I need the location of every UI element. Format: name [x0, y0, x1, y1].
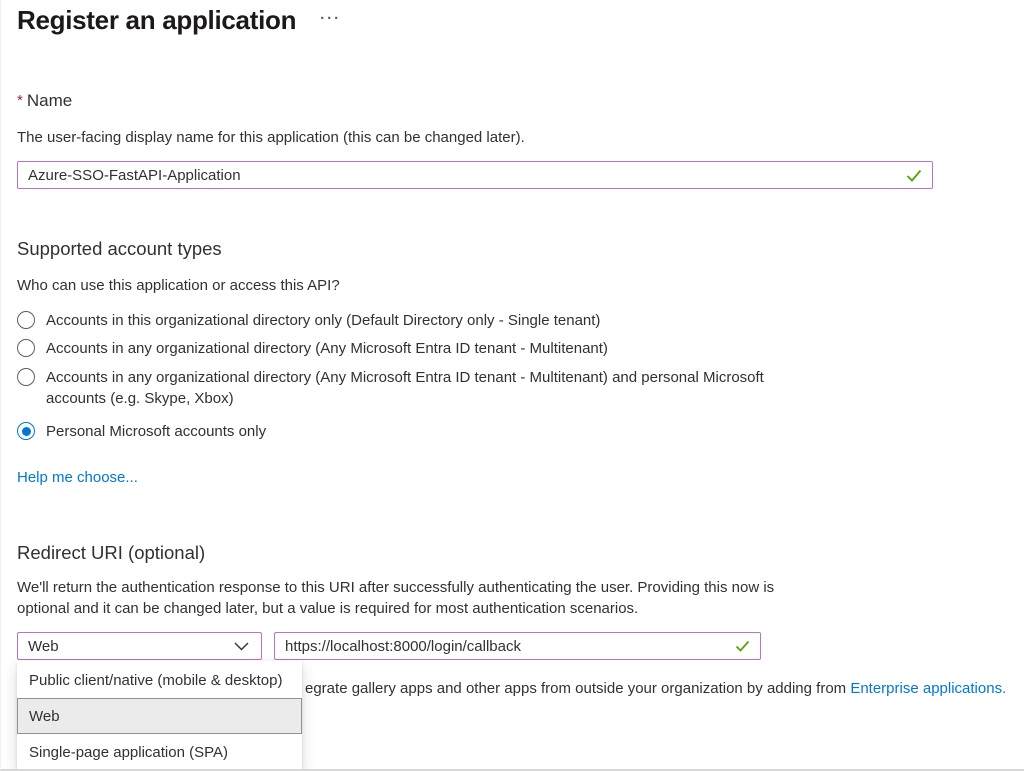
- name-label: *Name: [17, 91, 72, 111]
- radio-button: [17, 368, 35, 386]
- app-name-field: [17, 161, 933, 189]
- radio-label: Personal Microsoft accounts only: [46, 421, 266, 442]
- gallery-apps-fragment: egrate gallery apps and other apps from …: [305, 680, 850, 697]
- platform-select-value: Web: [28, 638, 234, 655]
- platform-select-dropdown[interactable]: Web: [17, 632, 262, 660]
- chevron-down-icon: [234, 642, 249, 651]
- radio-label: Accounts in any organizational directory…: [46, 338, 608, 359]
- menu-option-spa[interactable]: Single-page application (SPA): [17, 734, 302, 770]
- required-asterisk: *: [17, 92, 23, 109]
- radio-dot: [22, 427, 31, 436]
- radio-label: Accounts in any organizational directory…: [46, 367, 774, 409]
- name-description: The user-facing display name for this ap…: [17, 129, 525, 146]
- enterprise-applications-link-period: .: [1002, 680, 1006, 697]
- radio-option-multitenant[interactable]: Accounts in any organizational directory…: [17, 338, 608, 359]
- help-me-choose-link[interactable]: Help me choose...: [17, 469, 138, 486]
- account-types-question: Who can use this application or access t…: [17, 277, 340, 294]
- page-header: Register an application ···: [17, 5, 341, 36]
- menu-option-public-client[interactable]: Public client/native (mobile & desktop): [17, 662, 302, 698]
- radio-label: Accounts in this organizational director…: [46, 310, 600, 331]
- enterprise-applications-link[interactable]: Enterprise applications: [850, 680, 1002, 697]
- radio-option-multitenant-personal[interactable]: Accounts in any organizational directory…: [17, 367, 774, 409]
- valid-check-icon: [906, 169, 922, 182]
- name-label-text: Name: [27, 91, 72, 110]
- radio-button: [17, 311, 35, 329]
- radio-option-personal-only[interactable]: Personal Microsoft accounts only: [17, 421, 266, 442]
- redirect-uri-input[interactable]: [275, 638, 735, 655]
- radio-button-selected: [17, 422, 35, 440]
- app-name-input[interactable]: [18, 167, 906, 184]
- menu-option-web[interactable]: Web: [17, 698, 302, 734]
- redirect-uri-field: [274, 632, 761, 660]
- page-title: Register an application: [17, 5, 296, 36]
- register-application-page: Register an application ··· *Name The us…: [0, 0, 1024, 771]
- radio-button: [17, 339, 35, 357]
- platform-dropdown-menu: Public client/native (mobile & desktop) …: [17, 661, 302, 771]
- valid-check-icon: [735, 640, 750, 652]
- redirect-uri-description: We'll return the authentication response…: [17, 577, 791, 619]
- redirect-uri-heading: Redirect URI (optional): [17, 542, 205, 564]
- more-options-icon[interactable]: ···: [320, 11, 341, 26]
- radio-option-single-tenant[interactable]: Accounts in this organizational director…: [17, 310, 600, 331]
- supported-account-types-heading: Supported account types: [17, 238, 222, 260]
- gallery-apps-text: egrate gallery apps and other apps from …: [305, 680, 1006, 697]
